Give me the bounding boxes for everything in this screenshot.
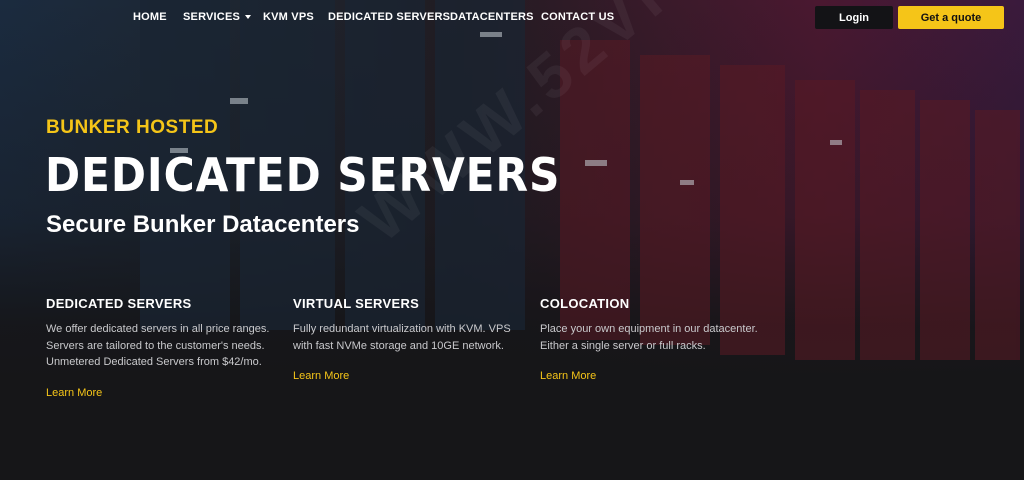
feature-text: Fully redundant virtualization with KVM.…: [293, 323, 511, 352]
learn-more-link[interactable]: Learn More: [540, 370, 596, 382]
nav-datacenters[interactable]: DATACENTERS: [450, 11, 534, 23]
page-title: DEDICATED SERVERS: [45, 148, 561, 202]
nav-services[interactable]: SERVICES: [183, 11, 252, 23]
feature-title: DEDICATED SERVERS: [46, 296, 192, 311]
nav-services-label: SERVICES: [183, 11, 241, 23]
nav-dedicated-servers[interactable]: DEDICATED SERVERS: [328, 11, 450, 23]
feature-text: We offer dedicated servers in all price …: [46, 323, 270, 368]
login-button[interactable]: Login: [815, 6, 893, 29]
chevron-down-icon: [245, 15, 252, 20]
feature-title: COLOCATION: [540, 296, 630, 311]
nav-kvm-vps[interactable]: KVM VPS: [263, 11, 314, 23]
feature-text: Place your own equipment in our datacent…: [540, 323, 758, 352]
learn-more-link[interactable]: Learn More: [46, 387, 102, 399]
feature-colocation: COLOCATION Place your own equipment in o…: [540, 296, 770, 384]
get-quote-button[interactable]: Get a quote: [898, 6, 1004, 29]
top-navigation: HOME SERVICES KVM VPS DEDICATED SERVERS …: [0, 0, 1024, 36]
hero-subtitle: Secure Bunker Datacenters: [46, 211, 360, 238]
hero-eyebrow: BUNKER HOSTED: [46, 117, 219, 138]
learn-more-link[interactable]: Learn More: [293, 370, 349, 382]
feature-dedicated-servers: DEDICATED SERVERS We offer dedicated ser…: [46, 296, 276, 401]
feature-virtual-servers: VIRTUAL SERVERS Fully redundant virtuali…: [293, 296, 523, 384]
nav-contact-us[interactable]: CONTACT US: [541, 11, 614, 23]
nav-home[interactable]: HOME: [133, 11, 167, 23]
feature-title: VIRTUAL SERVERS: [293, 296, 420, 311]
